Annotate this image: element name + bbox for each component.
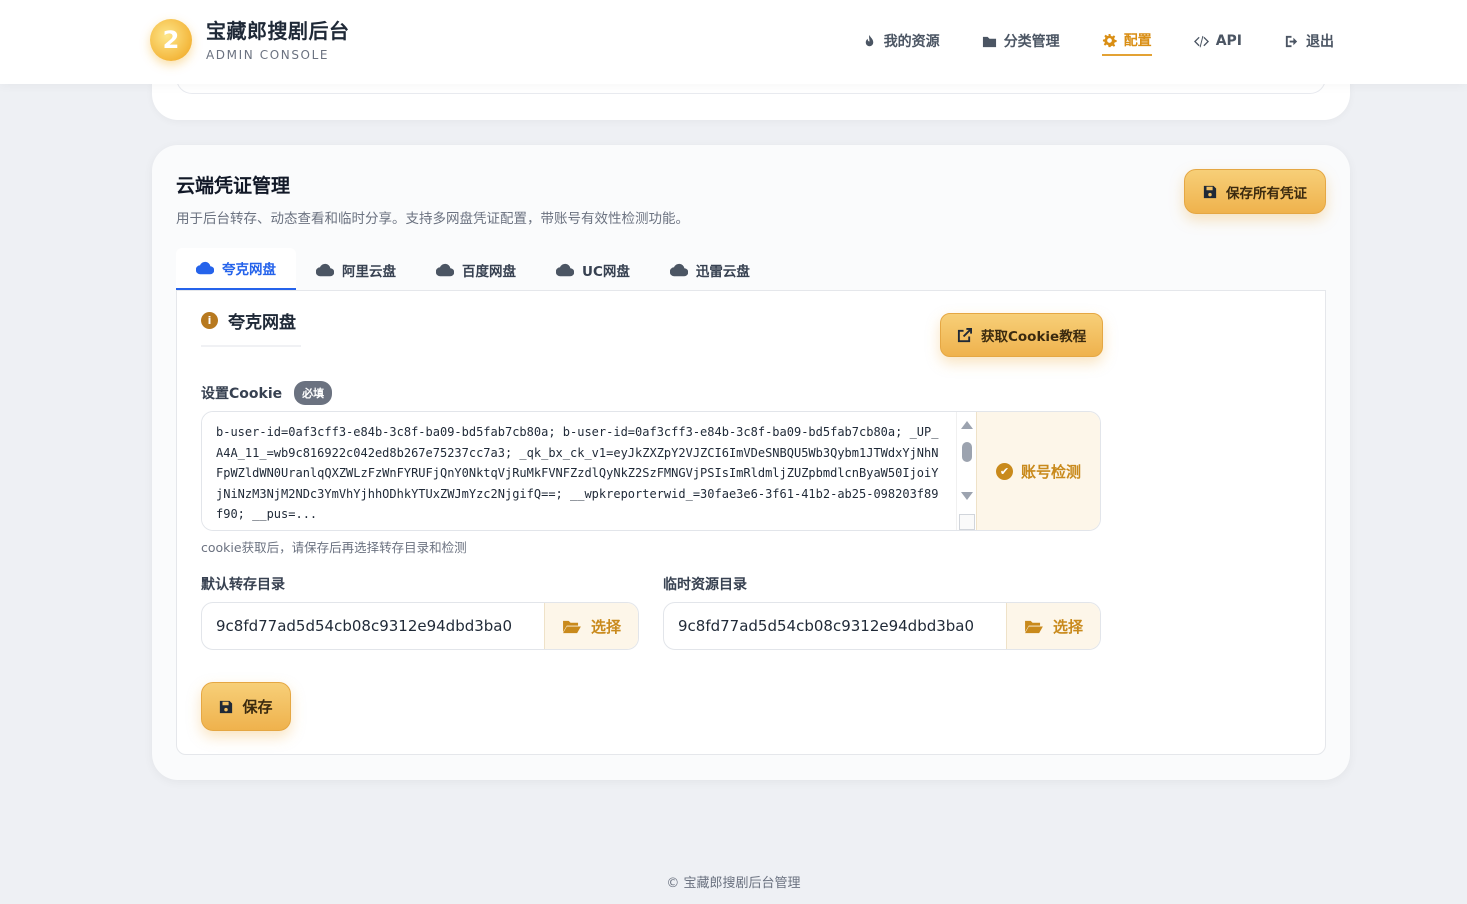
folder-open-icon xyxy=(1025,620,1043,633)
tab-label: 夸克网盘 xyxy=(222,262,276,278)
nav-logout[interactable]: 退出 xyxy=(1284,30,1334,56)
tab-label: 阿里云盘 xyxy=(342,263,396,280)
temp-dir-label: 临时资源目录 xyxy=(663,577,747,593)
panel-heading: i 夸克网盘 xyxy=(201,308,301,347)
tab-uc[interactable]: UC网盘 xyxy=(536,248,650,291)
cookie-label-row: 设置Cookie 必填 xyxy=(201,381,333,405)
footer-copyright: © 宝藏郎搜剧后台管理 xyxy=(666,876,801,891)
panel-title: 夸克网盘 xyxy=(228,313,296,333)
tab-aliyun[interactable]: 阿里云盘 xyxy=(296,248,416,291)
save-all-label: 保存所有凭证 xyxy=(1226,185,1307,202)
save-label: 保存 xyxy=(242,698,273,716)
scroll-down-arrow[interactable] xyxy=(961,492,973,500)
tab-baidu[interactable]: 百度网盘 xyxy=(416,248,536,291)
default-dir-group: 9c8fd77ad5d54cb08c9312e94dbd3ba0 选择 xyxy=(201,602,639,650)
brand[interactable]: 2 宝藏郎搜剧后台 ADMIN CONSOLE xyxy=(150,18,350,62)
app-title: 宝藏郎搜剧后台 xyxy=(206,19,350,43)
scroll-up-arrow[interactable] xyxy=(961,421,973,429)
cookie-input-group: b-user-id=0af3cff3-e84b-3c8f-ba09-bd5fab… xyxy=(201,411,1101,531)
top-header: 2 宝藏郎搜剧后台 ADMIN CONSOLE 我的资源 分类管理 配置 API… xyxy=(0,0,1467,84)
save-button[interactable]: 保存 xyxy=(201,682,291,731)
credential-card: 云端凭证管理 用于后台转存、动态查看和临时分享。支持多网盘凭证配置，带账号有效性… xyxy=(152,145,1350,780)
info-icon: i xyxy=(201,312,218,329)
external-link-icon xyxy=(957,327,972,342)
tutorial-label: 获取Cookie教程 xyxy=(981,329,1087,345)
cloud-icon xyxy=(669,263,688,276)
nav-api[interactable]: API xyxy=(1193,30,1242,56)
tab-quark[interactable]: 夸克网盘 xyxy=(176,248,296,291)
temp-dir-choose-button[interactable]: 选择 xyxy=(1006,603,1100,649)
folder-open-icon xyxy=(563,620,581,633)
temp-dir-group: 9c8fd77ad5d54cb08c9312e94dbd3ba0 选择 xyxy=(663,602,1101,650)
choose-label: 选择 xyxy=(1052,617,1083,636)
nav-label: 我的资源 xyxy=(883,34,940,50)
default-dir-input[interactable]: 9c8fd77ad5d54cb08c9312e94dbd3ba0 xyxy=(202,603,544,649)
cookie-label: 设置Cookie xyxy=(201,386,283,402)
code-icon xyxy=(1193,35,1209,47)
app-subtitle: ADMIN CONSOLE xyxy=(206,48,330,62)
logout-icon xyxy=(1285,35,1298,47)
nav-label: 退出 xyxy=(1306,34,1334,50)
save-icon xyxy=(220,700,233,713)
cookie-hint: cookie获取后，请保存后再选择转存目录和检测 xyxy=(201,540,467,555)
default-dir-label: 默认转存目录 xyxy=(201,577,285,593)
scroll-thumb[interactable] xyxy=(962,442,972,462)
nav-config[interactable]: 配置 xyxy=(1101,30,1152,56)
quark-panel: i 夸克网盘 获取Cookie教程 设置Cookie 必填 b-user-id=… xyxy=(176,290,1326,755)
save-all-button[interactable]: 保存所有凭证 xyxy=(1184,169,1326,214)
tab-label: UC网盘 xyxy=(582,263,630,280)
cloud-icon xyxy=(196,261,214,275)
nav-my-resources[interactable]: 我的资源 xyxy=(862,30,940,56)
card-description: 用于后台转存、动态查看和临时分享。支持多网盘凭证配置，带账号有效性检测功能。 xyxy=(176,211,689,227)
account-check-button[interactable]: ✔ 账号检测 xyxy=(976,412,1100,530)
main-nav: 我的资源 分类管理 配置 API 退出 xyxy=(820,30,1334,56)
drive-tabs: 夸克网盘 阿里云盘 百度网盘 UC网盘 迅雷云盘 xyxy=(176,248,770,291)
textarea-scrollbar[interactable] xyxy=(956,412,976,530)
check-label: 账号检测 xyxy=(1020,462,1081,481)
check-circle-icon: ✔ xyxy=(995,462,1013,480)
nav-label: 分类管理 xyxy=(1003,34,1060,50)
nav-label: API xyxy=(1215,33,1242,49)
choose-label: 选择 xyxy=(590,617,621,636)
gear-icon xyxy=(1102,33,1117,47)
cloud-icon xyxy=(436,263,454,276)
logo: 2 xyxy=(150,19,192,61)
default-dir-choose-button[interactable]: 选择 xyxy=(544,603,638,649)
fire-icon xyxy=(865,34,873,46)
nav-category-manage[interactable]: 分类管理 xyxy=(982,30,1060,56)
cloud-icon xyxy=(316,263,334,276)
cookie-tutorial-button[interactable]: 获取Cookie教程 xyxy=(940,313,1104,357)
cookie-textarea[interactable]: b-user-id=0af3cff3-e84b-3c8f-ba09-bd5fab… xyxy=(202,412,956,530)
save-icon xyxy=(1203,185,1217,198)
folder-icon xyxy=(982,36,996,47)
tab-label: 百度网盘 xyxy=(462,263,516,280)
tab-xunlei[interactable]: 迅雷云盘 xyxy=(650,248,770,291)
nav-label: 配置 xyxy=(1123,33,1152,49)
cloud-icon xyxy=(556,263,574,276)
temp-dir-input[interactable]: 9c8fd77ad5d54cb08c9312e94dbd3ba0 xyxy=(664,603,1006,649)
card-title: 云端凭证管理 xyxy=(176,175,291,197)
resize-grip[interactable] xyxy=(959,514,975,530)
required-badge: 必填 xyxy=(294,381,333,405)
tab-label: 迅雷云盘 xyxy=(695,263,750,280)
